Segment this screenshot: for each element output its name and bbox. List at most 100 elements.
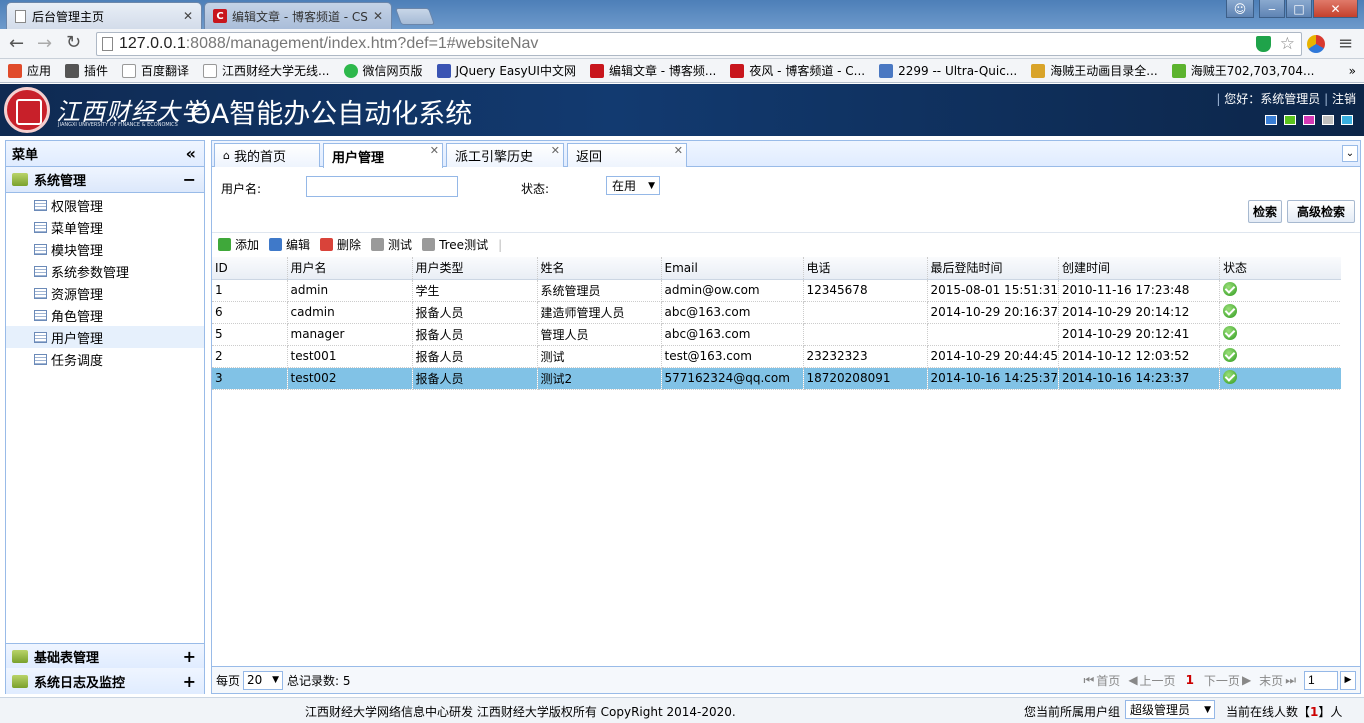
sidebar-item-permissions[interactable]: 权限管理 <box>6 194 204 216</box>
table-row[interactable]: 2 test001 报备人员 测试 test@163.com 23232323 2014-1… <box>212 345 1344 368</box>
sidebar-item-task-scheduling[interactable]: 任务调度 <box>6 348 204 370</box>
cell-id: 3 <box>212 367 288 390</box>
sidebar-item-menus[interactable]: 菜单管理 <box>6 216 204 238</box>
window-close-icon[interactable]: ✕ <box>1313 0 1358 18</box>
delete-button[interactable]: 删除 <box>320 236 361 253</box>
sidebar-item-users[interactable]: 用户管理 <box>6 326 204 348</box>
theme-swatch-gray[interactable] <box>1322 115 1334 125</box>
prev-page-link[interactable]: 上一页 <box>1140 672 1176 689</box>
add-button[interactable]: 添加 <box>218 236 259 253</box>
section-toggle-icon[interactable]: + <box>183 672 196 691</box>
column-header-phone[interactable]: 电话 <box>803 257 928 280</box>
back-icon[interactable]: ← <box>9 33 24 54</box>
menu-icon[interactable]: ≡ <box>1338 33 1353 54</box>
browser-tab-active[interactable]: 后台管理主页 ✕ <box>6 2 202 29</box>
bookmark-onepiece-702[interactable]: 海贼王702,703,704... <box>1171 62 1315 79</box>
star-icon[interactable]: ☆ <box>1280 34 1295 54</box>
tab-home[interactable]: ⌂ 我的首页 <box>214 143 320 167</box>
last-page-icon[interactable]: ⏭ <box>1285 673 1296 688</box>
section-toggle-icon[interactable]: − <box>183 170 196 189</box>
goto-page-input[interactable] <box>1304 670 1338 690</box>
section-toggle-icon[interactable]: + <box>183 647 196 666</box>
bookmark-csdn-edit[interactable]: 编辑文章 - 博客频... <box>589 62 716 79</box>
section-logs-monitoring[interactable]: 系统日志及监控 + <box>6 668 204 694</box>
collapse-sidebar-icon[interactable]: « <box>186 144 196 163</box>
bookmark-easyui[interactable]: JQuery EasyUI中文网 <box>436 62 576 79</box>
shield-icon[interactable] <box>1256 36 1271 52</box>
page-size-select[interactable]: 20 ▼ <box>243 670 284 690</box>
column-header-last-login[interactable]: 最后登陆时间 <box>927 257 1059 280</box>
theme-swatch-green[interactable] <box>1284 115 1296 125</box>
tab-back[interactable]: 返回 ✕ <box>567 143 687 167</box>
logout-link[interactable]: 注销 <box>1332 92 1356 106</box>
tab-dispatch-history[interactable]: 派工引擎历史 ✕ <box>446 143 564 167</box>
maximize-icon[interactable]: □ <box>1286 0 1312 18</box>
bookmark-wechat[interactable]: 微信网页版 <box>343 62 423 79</box>
username-input[interactable] <box>306 176 458 197</box>
onepiece-icon <box>1031 63 1046 78</box>
address-bar[interactable]: 127.0.0.1:8088/management/index.htm?def=… <box>96 32 1302 56</box>
table-row[interactable]: 1 admin 学生 系统管理员 admin@ow.com 12345678 2015-08… <box>212 279 1344 302</box>
section-label: 基础表管理 <box>34 650 100 666</box>
table-row[interactable]: 5 manager 报备人员 管理人员 abc@163.com 2014-10-29 20… <box>212 323 1344 346</box>
status-select[interactable]: 在用 ▼ <box>606 176 660 195</box>
more-bookmarks-icon[interactable]: » <box>1349 64 1356 78</box>
close-icon[interactable]: ✕ <box>373 9 383 23</box>
next-page-link[interactable]: 下一页 <box>1204 672 1240 689</box>
table-row[interactable]: 3 test002 报备人员 测试2 577162324@qq.com 187202080… <box>212 367 1344 390</box>
minimize-icon[interactable]: ‒ <box>1259 0 1285 18</box>
close-icon[interactable]: ✕ <box>183 9 193 23</box>
column-header-name[interactable]: 姓名 <box>537 257 662 280</box>
goto-page-icon[interactable]: ▶ <box>1340 670 1356 690</box>
reload-icon[interactable]: ↻ <box>66 32 81 53</box>
table-row[interactable]: 6 cadmin 报备人员 建造师管理人员 abc@163.com 2014-10-29 … <box>212 301 1344 324</box>
close-icon[interactable]: ✕ <box>430 144 439 157</box>
sidebar-item-resources[interactable]: 资源管理 <box>6 282 204 304</box>
bookmark-baidu-translate[interactable]: 百度翻译 <box>122 62 189 79</box>
first-page-link[interactable]: 首页 <box>1096 672 1120 689</box>
section-system-management[interactable]: 系统管理 − <box>6 167 204 193</box>
edit-button[interactable]: 编辑 <box>269 236 310 253</box>
new-tab-button[interactable] <box>394 8 436 25</box>
column-header-email[interactable]: Email <box>661 257 804 280</box>
page-icon <box>203 63 218 78</box>
column-header-user-type[interactable]: 用户类型 <box>412 257 538 280</box>
close-icon[interactable]: ✕ <box>551 144 560 157</box>
sidebar-item-modules[interactable]: 模块管理 <box>6 238 204 260</box>
advanced-search-button[interactable]: 高级检索 <box>1287 200 1355 223</box>
bookmark-apps[interactable]: 应用 <box>8 62 51 79</box>
theme-swatch-blue[interactable] <box>1265 115 1277 125</box>
close-icon[interactable]: ✕ <box>674 144 683 157</box>
bookmark-poj[interactable]: 2299 -- Ultra-Quic... <box>879 63 1017 78</box>
column-header-username[interactable]: 用户名 <box>287 257 413 280</box>
bookmark-csdn-blog[interactable]: 夜风 - 博客频道 - C... <box>730 62 865 79</box>
tab-menu-chevron-icon[interactable]: ⌄ <box>1342 145 1358 162</box>
bookmark-onepiece-list[interactable]: 海贼王动画目录全... <box>1031 62 1158 79</box>
search-button[interactable]: 检索 <box>1248 200 1282 223</box>
first-page-icon[interactable]: ⏮ <box>1083 673 1094 688</box>
menu-list: 权限管理 菜单管理 模块管理 系统参数管理 资源管理 角色管理 用户管理 任务调… <box>6 193 204 370</box>
sidebar-item-system-params[interactable]: 系统参数管理 <box>6 260 204 282</box>
tree-test-button[interactable]: Tree测试 <box>422 236 488 253</box>
extension-icon[interactable] <box>1307 35 1325 53</box>
forward-icon[interactable]: → <box>37 33 52 54</box>
bookmark-plugins[interactable]: 插件 <box>65 62 108 79</box>
test-button[interactable]: 测试 <box>371 236 412 253</box>
theme-swatch-pink[interactable] <box>1303 115 1315 125</box>
prev-page-icon[interactable]: ◀ <box>1128 673 1137 687</box>
bookmark-jxufe-wireless[interactable]: 江西财经大学无线... <box>203 62 330 79</box>
user-group-select[interactable]: 超级管理员 ▼ <box>1125 700 1215 719</box>
next-page-icon[interactable]: ▶ <box>1242 673 1251 687</box>
last-page-link[interactable]: 末页 <box>1259 672 1283 689</box>
browser-tab-inactive[interactable]: C 编辑文章 - 博客频道 - CS ✕ <box>204 2 392 29</box>
tab-user-management[interactable]: 用户管理 ✕ <box>323 143 443 168</box>
cell-user-type: 报备人员 <box>412 367 538 390</box>
user-icon[interactable]: ☺ <box>1226 0 1254 18</box>
column-header-id[interactable]: ID <box>212 257 288 280</box>
column-header-status[interactable]: 状态 <box>1219 257 1344 280</box>
theme-swatch-cyan[interactable] <box>1341 115 1353 125</box>
section-base-tables[interactable]: 基础表管理 + <box>6 643 204 669</box>
column-header-created[interactable]: 创建时间 <box>1058 257 1220 280</box>
sidebar-item-roles[interactable]: 角色管理 <box>6 304 204 326</box>
edit-icon <box>269 238 283 251</box>
